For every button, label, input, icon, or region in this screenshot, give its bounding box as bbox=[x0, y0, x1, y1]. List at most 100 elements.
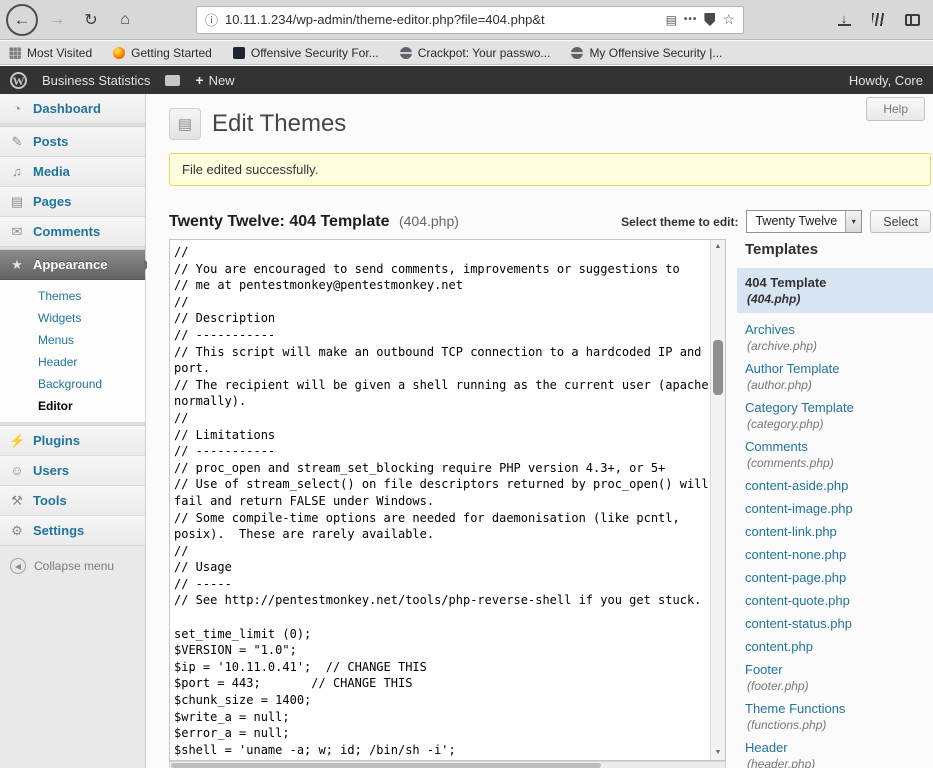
url-text[interactable]: 10.11.1.234/wp-admin/theme-editor.php?fi… bbox=[225, 12, 659, 27]
template-item[interactable]: content-image.php bbox=[737, 498, 933, 519]
admin-bar-site-name[interactable]: Business Statistics bbox=[42, 73, 150, 88]
template-link[interactable]: Category Template bbox=[745, 399, 933, 416]
bookmark-item[interactable]: Offensive Security For... bbox=[233, 46, 379, 60]
sidebar-item-users[interactable]: ☺Users bbox=[0, 456, 145, 486]
template-link[interactable]: Footer bbox=[745, 661, 933, 678]
templates-list: 404 Template(404.php) Archives(archive.ph… bbox=[737, 268, 933, 768]
sidebar-toggle-button[interactable] bbox=[897, 5, 927, 35]
bookmark-item[interactable]: My Offensive Security |... bbox=[571, 46, 722, 60]
template-item[interactable]: Footer(footer.php) bbox=[737, 659, 933, 696]
bookmark-item[interactable]: Most Visited bbox=[9, 46, 92, 60]
template-link[interactable]: content-quote.php bbox=[745, 592, 933, 609]
template-link[interactable]: content-none.php bbox=[745, 546, 933, 563]
scroll-down-arrow[interactable]: ▼ bbox=[711, 746, 725, 760]
submenu-item-themes[interactable]: Themes bbox=[0, 285, 145, 307]
comments-icon: ✉ bbox=[9, 224, 25, 240]
sidebar-item-label: Comments bbox=[33, 224, 100, 239]
library-button[interactable] bbox=[863, 5, 893, 35]
template-item[interactable]: Category Template(category.php) bbox=[737, 397, 933, 434]
template-link[interactable]: Header bbox=[745, 739, 933, 756]
bookmark-star-icon[interactable]: ☆ bbox=[722, 11, 735, 28]
template-item[interactable]: content-quote.php bbox=[737, 590, 933, 611]
template-link[interactable]: content.php bbox=[745, 638, 933, 655]
template-link[interactable]: content-image.php bbox=[745, 500, 933, 517]
submenu-item-header[interactable]: Header bbox=[0, 351, 145, 373]
theme-select-value: Twenty Twelve bbox=[747, 211, 845, 232]
collapse-menu-button[interactable]: ◀ Collapse menu bbox=[0, 546, 145, 586]
reload-button[interactable]: ↻ bbox=[76, 5, 106, 35]
pages-icon: ▤ bbox=[9, 194, 25, 210]
code-text[interactable]: // // You are encouraged to send comment… bbox=[170, 240, 710, 760]
submenu-item-widgets[interactable]: Widgets bbox=[0, 307, 145, 329]
template-link[interactable]: content-page.php bbox=[745, 569, 933, 586]
template-item[interactable]: content-page.php bbox=[737, 567, 933, 588]
bookmark-item[interactable]: Getting Started bbox=[113, 46, 212, 60]
sidebar-item-dashboard[interactable]: ◔Dashboard bbox=[0, 94, 145, 124]
select-theme-label: Select theme to edit: bbox=[621, 215, 738, 229]
shield-icon[interactable] bbox=[704, 13, 715, 26]
template-item[interactable]: content-none.php bbox=[737, 544, 933, 565]
page-header: ▤ Edit Themes bbox=[169, 108, 933, 140]
template-link[interactable]: content-link.php bbox=[745, 523, 933, 540]
select-dropdown-arrow: ▾ bbox=[845, 211, 861, 232]
template-link[interactable]: 404 Template bbox=[745, 274, 933, 291]
template-item[interactable]: Theme Functions(functions.php) bbox=[737, 698, 933, 735]
wordpress-logo[interactable]: W bbox=[10, 72, 27, 89]
site-info-icon[interactable]: ⓘ bbox=[205, 10, 218, 29]
admin-bar-new-button[interactable]: + New bbox=[195, 72, 234, 88]
template-link[interactable]: Archives bbox=[745, 321, 933, 338]
screen: ← → ↻ ⌂ ⓘ 10.11.1.234/wp-admin/theme-edi… bbox=[0, 0, 933, 768]
admin-bar-howdy[interactable]: Howdy, Core bbox=[849, 73, 923, 88]
template-item[interactable]: Comments(comments.php) bbox=[737, 436, 933, 473]
url-bar[interactable]: ⓘ 10.11.1.234/wp-admin/theme-editor.php?… bbox=[196, 6, 744, 34]
template-item[interactable]: content-status.php bbox=[737, 613, 933, 634]
users-icon: ☺ bbox=[9, 463, 25, 478]
scroll-up-arrow[interactable]: ▲ bbox=[711, 240, 725, 254]
sidebar-item-appearance[interactable]: ★Appearance bbox=[0, 250, 145, 280]
theme-select[interactable]: Twenty Twelve ▾ bbox=[746, 210, 862, 233]
template-item[interactable]: Author Template(author.php) bbox=[737, 358, 933, 395]
code-editor[interactable]: // // You are encouraged to send comment… bbox=[169, 239, 726, 761]
hscrollbar-thumb[interactable] bbox=[171, 763, 601, 768]
submenu-item-menus[interactable]: Menus bbox=[0, 329, 145, 351]
submenu-item-background[interactable]: Background bbox=[0, 373, 145, 395]
template-item[interactable]: content.php bbox=[737, 636, 933, 657]
comments-bubble-icon[interactable] bbox=[165, 75, 180, 86]
template-link[interactable]: Comments bbox=[745, 438, 933, 455]
template-item[interactable]: content-aside.php bbox=[737, 475, 933, 496]
forward-button[interactable]: → bbox=[42, 5, 72, 35]
sidebar-item-pages[interactable]: ▤Pages bbox=[0, 187, 145, 217]
help-button[interactable]: Help bbox=[866, 97, 925, 121]
forward-icon: → bbox=[49, 11, 65, 29]
back-button[interactable]: ← bbox=[6, 4, 38, 36]
new-label: New bbox=[209, 73, 235, 88]
editor-horizontal-scrollbar[interactable] bbox=[169, 761, 726, 768]
sidebar-item-comments[interactable]: ✉ Comments bbox=[0, 217, 145, 247]
home-button[interactable]: ⌂ bbox=[110, 5, 140, 35]
reader-mode-icon[interactable]: ▤ bbox=[666, 13, 677, 27]
globe-icon bbox=[571, 47, 583, 59]
sidebar-item-tools[interactable]: ⚒Tools bbox=[0, 486, 145, 516]
template-link[interactable]: Author Template bbox=[745, 360, 933, 377]
download-button[interactable]: ↓ bbox=[829, 5, 859, 35]
scrollbar-thumb[interactable] bbox=[713, 340, 723, 395]
page-actions-icon[interactable]: ••• bbox=[684, 14, 698, 25]
template-filename: (404.php) bbox=[745, 291, 933, 307]
template-item[interactable]: Archives(archive.php) bbox=[737, 319, 933, 356]
sidebar-item-posts[interactable]: ✎Posts bbox=[0, 127, 145, 157]
template-item[interactable]: 404 Template(404.php) bbox=[737, 268, 933, 313]
template-item[interactable]: Header(header.php) bbox=[737, 737, 933, 768]
submenu-item-editor[interactable]: Editor bbox=[0, 395, 145, 417]
template-item[interactable]: content-link.php bbox=[737, 521, 933, 542]
posts-icon: ✎ bbox=[9, 134, 25, 150]
editor-vertical-scrollbar[interactable]: ▲ ▼ bbox=[710, 240, 725, 760]
bookmark-item[interactable]: Crackpot: Your passwo... bbox=[400, 46, 551, 60]
bookmark-label: Offensive Security For... bbox=[251, 46, 379, 60]
sidebar-item-settings[interactable]: ⚙Settings bbox=[0, 516, 145, 546]
template-link[interactable]: Theme Functions bbox=[745, 700, 933, 717]
template-link[interactable]: content-status.php bbox=[745, 615, 933, 632]
sidebar-item-plugins[interactable]: ⚡Plugins bbox=[0, 426, 145, 456]
select-theme-button[interactable]: Select bbox=[870, 210, 931, 233]
sidebar-item-media[interactable]: ♫Media bbox=[0, 157, 145, 187]
template-link[interactable]: content-aside.php bbox=[745, 477, 933, 494]
